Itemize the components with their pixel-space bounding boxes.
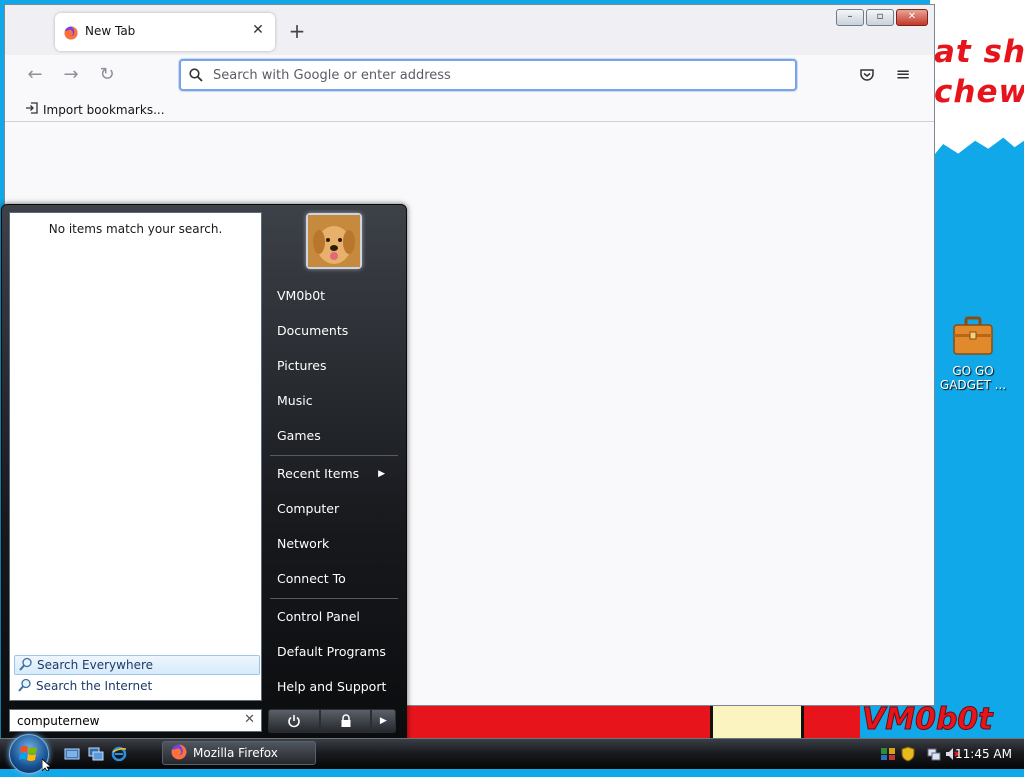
start-item-default-programs[interactable]: Default Programs (277, 642, 386, 662)
shield-icon[interactable] (900, 746, 916, 762)
desktop-icon-label-2: GADGET ... (939, 378, 1007, 392)
forward-arrow-icon[interactable]: → (61, 65, 81, 85)
start-search-input[interactable] (15, 711, 239, 731)
desktop-icon-label-1: GO GO (952, 364, 994, 378)
wallpaper-cream-shape (710, 702, 804, 740)
start-menu-results-pane: No items match your search. Search Every… (9, 212, 262, 701)
search-everywhere-option[interactable]: Search Everywhere (14, 655, 260, 675)
start-item-documents[interactable]: Documents (277, 321, 348, 341)
close-window-button[interactable]: ✕ (896, 9, 928, 26)
start-item-help-support[interactable]: Help and Support (277, 677, 386, 697)
start-item-music[interactable]: Music (277, 391, 313, 411)
start-item-pictures[interactable]: Pictures (277, 356, 327, 376)
system-tray: 11:45 AM (864, 739, 1024, 769)
wallpaper-text-line-2: chew (934, 74, 1024, 110)
firefox-logo-icon (171, 744, 187, 763)
tab-bar: New Tab ✕ + – ▫ ✕ (5, 5, 934, 55)
magnifier-icon (19, 657, 33, 674)
mouse-cursor-icon (41, 756, 53, 775)
firefox-logo-icon (64, 25, 78, 40)
url-bar[interactable] (179, 59, 797, 91)
briefcase-icon (952, 316, 994, 356)
start-item-network[interactable]: Network (277, 534, 329, 554)
recent-items-label: Recent Items (277, 466, 360, 481)
show-desktop-icon[interactable] (64, 746, 80, 762)
power-icon[interactable] (268, 709, 321, 733)
start-search-box[interactable]: ✕ (9, 709, 262, 732)
hamburger-menu-icon[interactable]: ≡ (893, 65, 913, 85)
start-user-name[interactable]: VM0b0t (277, 286, 325, 306)
window-controls: – ▫ ✕ (836, 9, 928, 26)
start-menu: No items match your search. Search Every… (1, 204, 407, 740)
search-icon (189, 67, 203, 82)
start-item-computer[interactable]: Computer (277, 499, 339, 519)
shutdown-options-arrow-icon[interactable]: ▶ (370, 709, 396, 733)
internet-explorer-icon[interactable] (111, 746, 127, 762)
user-avatar[interactable] (306, 213, 362, 269)
wallpaper-text-line-1: at shit (934, 34, 1024, 70)
desktop-icon-gadget[interactable]: GO GO GADGET ... (938, 316, 1008, 392)
tab-new-tab[interactable]: New Tab ✕ (55, 13, 275, 51)
submenu-arrow-icon: ▶ (378, 469, 385, 479)
taskbar-firefox-label: Mozilla Firefox (193, 746, 278, 760)
clock[interactable]: 11:45 AM (955, 747, 1012, 761)
search-everywhere-label: Search Everywhere (37, 658, 153, 672)
start-item-games[interactable]: Games (277, 426, 321, 446)
search-internet-label: Search the Internet (36, 679, 153, 693)
start-menu-separator (270, 455, 398, 456)
search-internet-option[interactable]: Search the Internet (14, 677, 258, 695)
reload-icon[interactable]: ↻ (97, 65, 117, 85)
import-icon (25, 101, 39, 118)
network-icon[interactable] (926, 746, 942, 762)
start-item-connect-to[interactable]: Connect To (277, 569, 346, 589)
close-tab-icon[interactable]: ✕ (249, 21, 267, 39)
minimize-button[interactable]: – (836, 9, 864, 26)
new-tab-plus-icon[interactable]: + (287, 21, 307, 41)
wallpaper-signature: VM0b0t (862, 702, 994, 738)
magnifier-icon (18, 678, 32, 695)
no-results-text: No items match your search. (48, 222, 223, 236)
navigation-toolbar: ← → ↻ ≡ (5, 55, 934, 95)
maximize-button[interactable]: ▫ (866, 9, 894, 26)
bookmarks-toolbar: Import bookmarks... (5, 95, 934, 122)
import-bookmarks-button[interactable]: Import bookmarks... (25, 101, 165, 118)
switch-windows-icon[interactable] (88, 746, 104, 762)
tab-title: New Tab (85, 24, 136, 38)
back-arrow-icon[interactable]: ← (25, 65, 45, 85)
taskbar: Mozilla Firefox 11:45 AM (0, 734, 1024, 774)
taskbar-firefox-button[interactable]: Mozilla Firefox (162, 741, 316, 765)
lock-icon[interactable] (320, 709, 371, 733)
power-buttons: ▶ (268, 709, 396, 733)
clear-search-icon[interactable]: ✕ (244, 712, 255, 727)
start-item-control-panel[interactable]: Control Panel (277, 607, 360, 627)
start-menu-separator (270, 598, 398, 599)
url-input[interactable] (211, 64, 775, 86)
windows-security-icon[interactable] (880, 746, 896, 762)
start-item-recent-items[interactable]: Recent Items ▶ (277, 464, 397, 484)
pocket-icon[interactable] (857, 65, 877, 85)
import-bookmarks-label: Import bookmarks... (43, 102, 165, 117)
